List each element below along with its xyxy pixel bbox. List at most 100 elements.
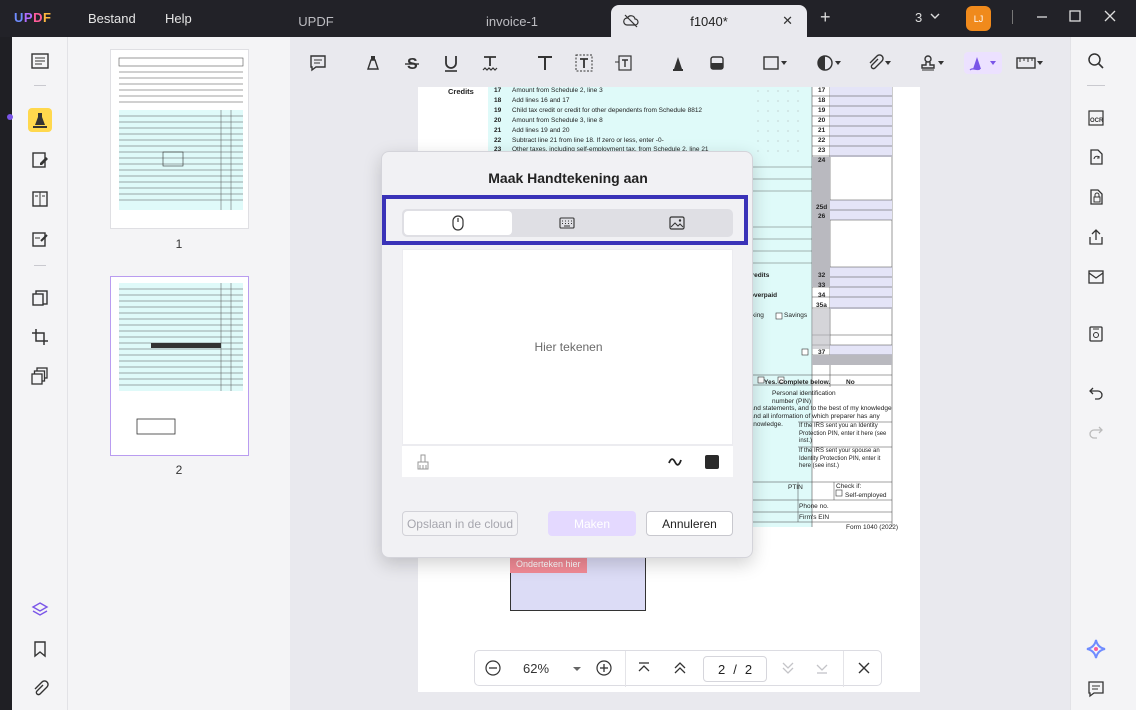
squiggly-underline-icon[interactable] (479, 52, 501, 74)
row-text: Add lines 19 and 20 (512, 127, 570, 134)
strikethrough-icon[interactable]: S (401, 52, 423, 74)
crop-icon[interactable] (28, 325, 52, 349)
layers-icon[interactable] (28, 598, 52, 622)
page-organize-icon[interactable] (28, 187, 52, 211)
menu-bestand[interactable]: Bestand (88, 11, 136, 26)
divider (625, 651, 626, 687)
undo-icon[interactable] (1085, 381, 1107, 403)
line-number: 37 (818, 349, 826, 356)
sticky-note-icon[interactable] (307, 52, 329, 74)
menu-help[interactable]: Help (165, 11, 192, 26)
form-text: Savings (784, 312, 808, 319)
highlighter-icon[interactable] (362, 52, 384, 74)
image-mode-tab[interactable] (623, 211, 731, 235)
row-text: Child tax credit or credit for other dep… (512, 107, 703, 114)
close-window-icon[interactable] (1103, 9, 1117, 26)
protect-icon[interactable] (1085, 186, 1107, 208)
comment-highlighter-icon[interactable] (28, 108, 52, 132)
make-button[interactable]: Maken (548, 511, 636, 536)
new-tab-button[interactable]: + (820, 7, 831, 28)
mouse-icon (452, 215, 464, 231)
eraser-icon[interactable] (706, 52, 728, 74)
maximize-icon[interactable] (1068, 9, 1082, 26)
line-number: 23 (818, 147, 826, 154)
ai-assistant-icon[interactable] (1085, 638, 1107, 660)
sign-here-tag[interactable]: Onderteken hier (510, 557, 587, 573)
stroke-width-icon[interactable] (667, 454, 683, 471)
comment-toolbar: S (290, 37, 1070, 87)
convert-icon[interactable] (28, 286, 52, 310)
attachment-icon[interactable] (28, 677, 52, 701)
current-page: 2 (717, 661, 726, 677)
measure-icon[interactable] (1015, 52, 1043, 74)
type-mode-tab[interactable] (513, 211, 621, 235)
tab-count[interactable]: 3 (915, 10, 922, 25)
color-swatch[interactable] (705, 455, 719, 469)
row-number: 21 (494, 127, 502, 134)
form-text: king (752, 312, 764, 319)
cloud-off-icon (623, 14, 639, 31)
avatar[interactable]: LJ (966, 6, 991, 31)
chevron-down-icon[interactable] (929, 9, 941, 25)
edit-pdf-icon[interactable] (28, 148, 52, 172)
panel-indicator-dot (7, 114, 13, 120)
page-number-label: 1 (175, 237, 183, 251)
page-thumbnail-selected[interactable] (110, 276, 249, 456)
line-number: 24 (818, 157, 826, 164)
save-to-cloud-button[interactable]: Opslaan in de cloud (402, 511, 518, 536)
chevron-down-icon[interactable] (935, 52, 947, 74)
rail-divider (1087, 85, 1105, 86)
chevron-down-icon[interactable] (778, 52, 790, 74)
save-icon[interactable] (1085, 323, 1107, 345)
draw-mode-tab[interactable] (404, 211, 512, 235)
email-icon[interactable] (1085, 266, 1107, 288)
minimize-icon[interactable] (1035, 9, 1049, 26)
signature-canvas[interactable]: Hier tekenen (402, 249, 733, 445)
text-box-icon[interactable] (573, 52, 595, 74)
convert-pdf-icon[interactable] (1085, 146, 1107, 168)
last-page-icon[interactable] (815, 661, 829, 678)
text-callout-icon[interactable] (612, 52, 634, 74)
form-text: Check if: (836, 483, 862, 490)
keyboard-icon (559, 217, 575, 229)
share-icon[interactable] (1085, 226, 1107, 248)
signature-icon[interactable] (964, 52, 1002, 74)
underline-icon[interactable] (440, 52, 462, 74)
next-page-icon[interactable] (781, 661, 795, 678)
chevron-down-icon[interactable] (832, 52, 844, 74)
reader-icon[interactable] (28, 49, 52, 73)
chevron-down-icon[interactable] (572, 662, 582, 677)
text-icon[interactable] (534, 52, 556, 74)
previous-page-icon[interactable] (673, 661, 687, 678)
tab-f1040[interactable]: f1040* ✕ (611, 5, 807, 37)
form-icon[interactable] (28, 227, 52, 251)
tab-label: invoice-1 (485, 13, 539, 29)
divider-icon (1012, 10, 1014, 27)
first-page-icon[interactable] (637, 661, 651, 678)
close-icon[interactable] (857, 661, 871, 678)
chevron-down-icon[interactable] (882, 52, 894, 74)
page-input[interactable]: 2 / 2 (703, 656, 767, 682)
zoom-level[interactable]: 62% (523, 661, 549, 676)
line-number: 32 (818, 272, 826, 279)
batch-icon[interactable] (28, 364, 52, 388)
zoom-out-icon[interactable] (485, 660, 501, 679)
pencil-icon[interactable] (667, 52, 689, 74)
canvas-footer (402, 445, 733, 477)
row-text: Subtract line 21 from line 18. If zero o… (512, 137, 664, 144)
clear-brush-icon[interactable] (416, 454, 430, 473)
bookmark-icon[interactable] (28, 637, 52, 661)
page-thumbnail[interactable] (110, 49, 249, 229)
close-icon[interactable]: ✕ (782, 13, 793, 29)
tab-invoice-1[interactable]: invoice-1 (440, 5, 584, 37)
image-icon (669, 216, 685, 230)
ocr-icon[interactable]: OCR (1085, 107, 1107, 129)
page-separator: / (733, 661, 737, 677)
redo-icon[interactable] (1085, 420, 1107, 442)
tab-updf[interactable]: UPDF (258, 5, 374, 37)
comments-panel-icon[interactable] (1085, 678, 1107, 700)
zoom-in-icon[interactable] (596, 660, 612, 679)
cancel-button[interactable]: Annuleren (646, 511, 733, 536)
search-icon[interactable] (1085, 50, 1107, 72)
line-number: 34 (818, 292, 826, 299)
